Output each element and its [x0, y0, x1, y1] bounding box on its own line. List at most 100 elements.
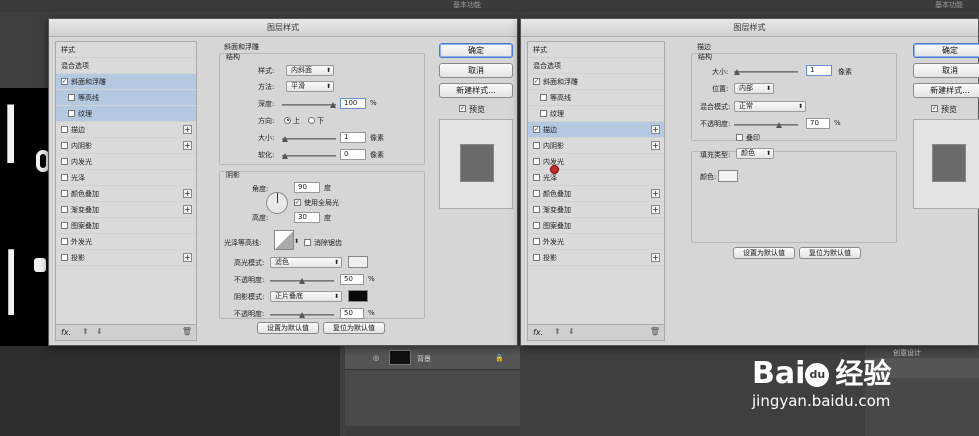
soften-slider[interactable] [282, 153, 336, 159]
size-slider[interactable] [734, 69, 798, 75]
blend-mode-dropdown[interactable]: 正常 [734, 101, 806, 112]
style-list-item[interactable]: 投影 + [56, 250, 196, 266]
checkbox-icon[interactable] [533, 189, 540, 197]
slider-thumb[interactable] [734, 69, 740, 75]
ok-button[interactable]: 确定 [439, 43, 513, 58]
add-icon[interactable]: + [651, 253, 660, 262]
ok-button[interactable]: 确定 [913, 43, 979, 58]
checkbox-icon[interactable] [540, 109, 547, 117]
style-list-item[interactable]: 图案叠加 [528, 218, 664, 234]
checkbox-icon[interactable]: ✓ [61, 77, 68, 85]
angle-dial[interactable] [266, 192, 288, 214]
checkbox-icon[interactable]: ✓ [931, 105, 938, 112]
fx-icon[interactable]: fx. [533, 328, 543, 337]
style-list-item[interactable]: 图案叠加 [56, 218, 196, 234]
soften-input[interactable]: 0 [340, 149, 366, 160]
style-list-item[interactable]: 描边 + [56, 122, 196, 138]
checkbox-icon[interactable] [61, 125, 68, 133]
highlight-mode-dropdown[interactable]: 滤色 [270, 257, 342, 268]
angle-input[interactable]: 90 [294, 182, 320, 193]
reset-default-button[interactable]: 复位为默认值 [323, 322, 385, 334]
shadow-opacity-input[interactable]: 50 [340, 308, 364, 319]
checkbox-icon[interactable] [304, 238, 311, 246]
highlight-opacity-input[interactable]: 50 [340, 274, 364, 285]
shadow-opacity-slider[interactable] [270, 312, 334, 318]
new-style-button[interactable]: 新建样式... [439, 83, 513, 98]
global-light-checkbox[interactable]: ✓ 使用全局光 [294, 198, 339, 208]
checkbox-icon[interactable] [61, 253, 68, 261]
preview-checkbox[interactable]: ✓ 预览 [931, 104, 957, 115]
add-icon[interactable]: + [183, 125, 192, 134]
direction-up-option[interactable]: 上 [284, 116, 300, 126]
move-down-icon[interactable]: ⬇ [96, 327, 103, 336]
opacity-input[interactable]: 70 [806, 118, 830, 129]
add-icon[interactable]: + [183, 189, 192, 198]
anti-alias-checkbox[interactable]: 消除锯齿 [304, 238, 342, 248]
checkbox-icon[interactable] [61, 205, 68, 213]
shadow-color-swatch[interactable] [348, 290, 368, 302]
checkbox-icon[interactable] [68, 93, 75, 101]
direction-down-option[interactable]: 下 [308, 116, 324, 126]
visibility-eye-icon[interactable]: ◎ [373, 354, 379, 362]
checkbox-icon[interactable] [533, 205, 540, 213]
slider-thumb[interactable] [282, 136, 288, 142]
style-list-item[interactable]: ✓ 斜面和浮雕 [56, 74, 196, 90]
checkbox-icon[interactable] [61, 141, 68, 149]
style-list-item[interactable]: 外发光 [56, 234, 196, 250]
style-list-item[interactable]: 内发光 [528, 154, 664, 170]
style-list-item[interactable]: 样式 [56, 42, 196, 58]
depth-slider[interactable] [282, 102, 336, 108]
checkbox-icon[interactable]: ✓ [459, 105, 466, 112]
make-default-button[interactable]: 设置为默认值 [257, 322, 319, 334]
trash-icon[interactable]: 🗑 [650, 327, 660, 336]
layer-row[interactable]: ◎ 背景 🔒 [345, 346, 520, 370]
size-slider[interactable] [282, 136, 336, 142]
make-default-button[interactable]: 设置为默认值 [733, 247, 795, 259]
style-list-item[interactable]: 颜色叠加 + [56, 186, 196, 202]
style-list-item[interactable]: 投影 + [528, 250, 664, 266]
checkbox-icon[interactable]: ✓ [533, 125, 540, 133]
move-up-icon[interactable]: ⬆ [82, 327, 89, 336]
add-icon[interactable]: + [651, 189, 660, 198]
checkbox-icon[interactable]: ✓ [533, 77, 540, 85]
trash-icon[interactable]: 🗑 [182, 327, 192, 336]
stroke-color-swatch[interactable] [718, 170, 738, 182]
style-list-item[interactable]: 内阴影 + [56, 138, 196, 154]
style-list-item[interactable]: 等高线 [56, 90, 196, 106]
reset-default-button[interactable]: 复位为默认值 [799, 247, 861, 259]
checkbox-icon[interactable] [540, 93, 547, 101]
slider-thumb[interactable] [330, 102, 336, 108]
add-icon[interactable]: + [651, 205, 660, 214]
style-list-item[interactable]: 纹理 [56, 106, 196, 122]
slider-thumb[interactable] [776, 122, 782, 128]
checkbox-icon[interactable] [533, 141, 540, 149]
workspace-switcher[interactable]: 基本功能 [453, 0, 481, 10]
style-list-item[interactable]: 样式 [528, 42, 664, 58]
checkbox-icon[interactable] [533, 253, 540, 261]
add-icon[interactable]: + [183, 141, 192, 150]
checkbox-icon[interactable] [533, 221, 540, 229]
add-icon[interactable]: + [183, 205, 192, 214]
slider-thumb[interactable] [282, 153, 288, 159]
position-dropdown[interactable]: 内部 [734, 83, 774, 94]
highlight-color-swatch[interactable] [348, 256, 368, 268]
style-list-item[interactable]: 等高线 [528, 90, 664, 106]
preview-checkbox[interactable]: ✓ 预览 [459, 104, 485, 115]
style-list-item[interactable]: 内阴影 + [528, 138, 664, 154]
radio-icon[interactable] [284, 116, 291, 124]
altitude-input[interactable]: 30 [294, 212, 320, 223]
cancel-button[interactable]: 取消 [913, 63, 979, 78]
style-list-item[interactable]: 光泽 [528, 170, 664, 186]
checkbox-icon[interactable] [61, 157, 68, 165]
workspace-switcher-right[interactable]: 基本功能 [935, 0, 963, 10]
move-up-icon[interactable]: ⬆ [554, 327, 561, 336]
highlight-opacity-slider[interactable] [270, 278, 334, 284]
cancel-button[interactable]: 取消 [439, 63, 513, 78]
checkbox-icon[interactable] [533, 173, 540, 181]
add-icon[interactable]: + [651, 141, 660, 150]
gloss-contour-picker[interactable] [274, 230, 294, 250]
style-list-item[interactable]: ✓ 斜面和浮雕 [528, 74, 664, 90]
add-icon[interactable]: + [183, 253, 192, 262]
slider-thumb[interactable] [299, 312, 305, 318]
panel-tab[interactable]: 创意设计 [893, 348, 921, 358]
